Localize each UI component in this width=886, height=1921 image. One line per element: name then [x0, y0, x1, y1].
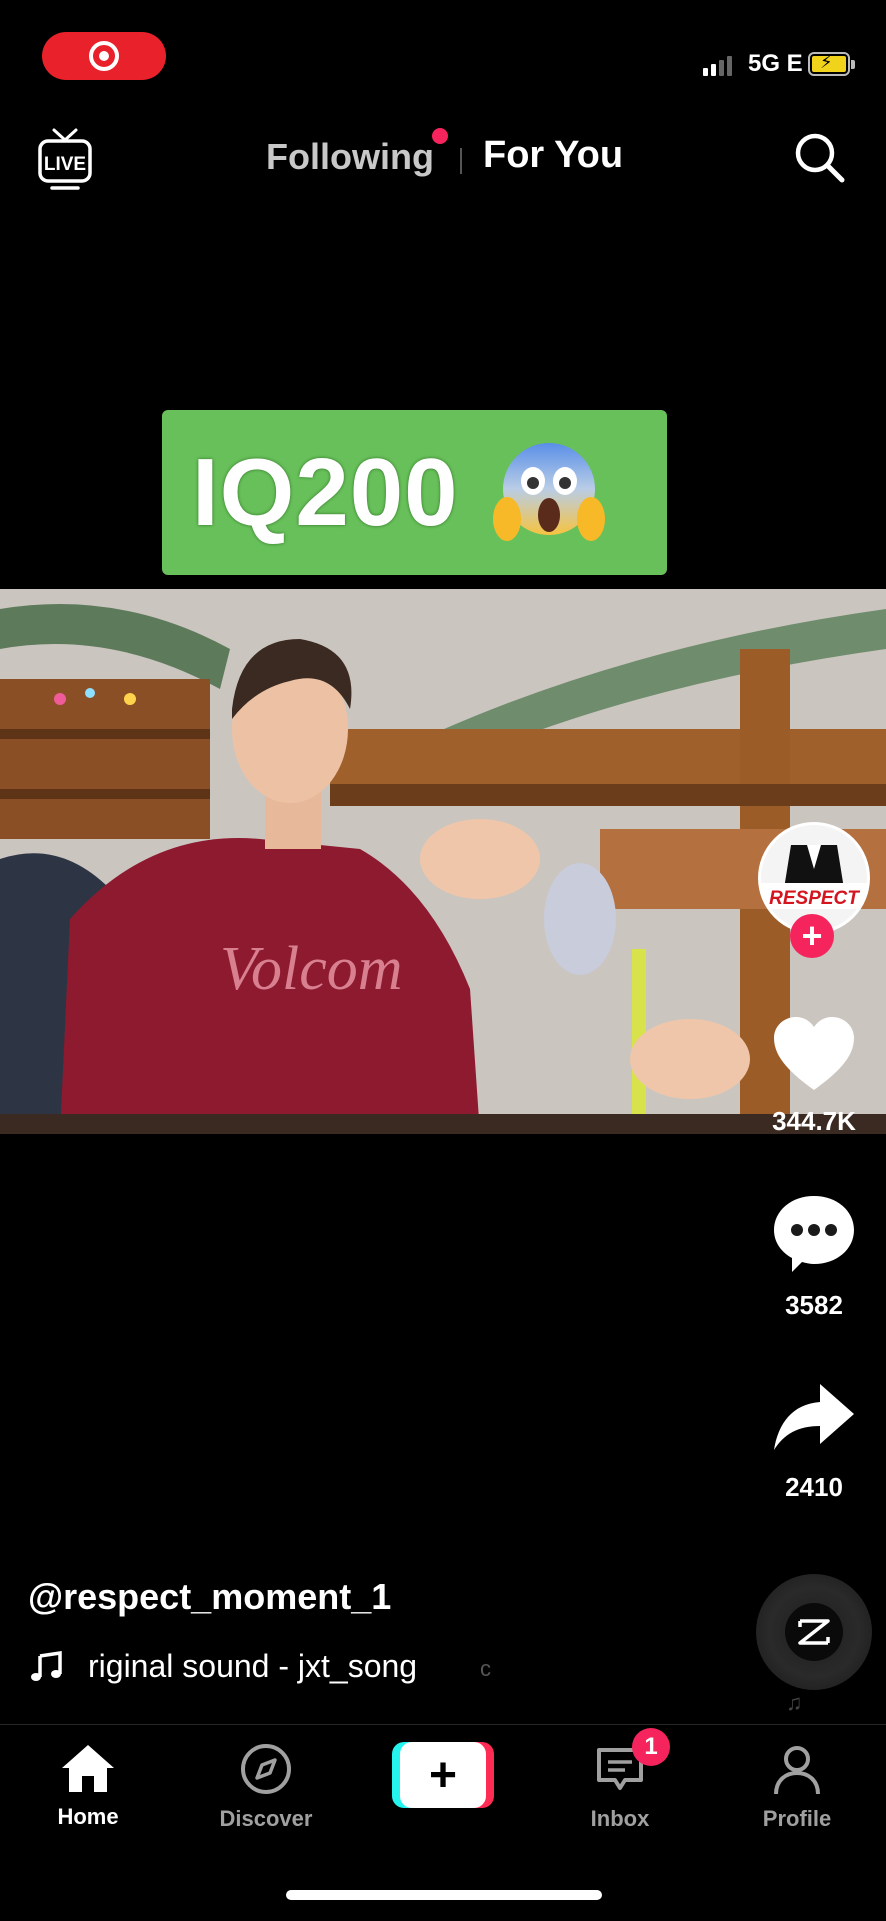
screen-recording-indicator[interactable]	[42, 32, 166, 80]
creator-username[interactable]: @respect_moment_1	[28, 1576, 391, 1618]
share-count: 2410	[785, 1472, 843, 1502]
following-new-dot	[432, 128, 448, 144]
sound-title[interactable]: riginal sound - jxt_song	[88, 1648, 417, 1685]
tab-following[interactable]: Following	[266, 136, 434, 178]
tab-divider	[460, 148, 462, 174]
profile-icon	[774, 1746, 820, 1795]
home-indicator	[286, 1890, 602, 1900]
nav-home[interactable]: Home	[18, 1742, 158, 1830]
plus-icon: +	[400, 1742, 486, 1808]
video-player[interactable]: Volcom	[0, 589, 886, 1134]
music-note-icon	[31, 1650, 62, 1681]
compass-icon	[241, 1744, 291, 1794]
music-disc[interactable]	[756, 1574, 872, 1690]
search-icon[interactable]	[792, 130, 846, 184]
home-icon	[62, 1745, 114, 1792]
live-icon[interactable]: LIVE	[36, 126, 94, 190]
battery-icon	[808, 52, 850, 76]
tab-for-you[interactable]: For You	[483, 134, 623, 177]
shirt-text: Volcom	[220, 935, 403, 1003]
video-frame-scene: Volcom	[0, 589, 886, 1134]
inbox-notification-badge: 1	[632, 1728, 670, 1766]
nav-inbox[interactable]: Inbox	[550, 1742, 690, 1832]
like-count: 344.7K	[772, 1106, 856, 1136]
video-caption-banner: IQ200	[162, 410, 667, 575]
battery-cap	[851, 60, 855, 69]
avatar-text: RESPECT	[769, 888, 860, 909]
comment-count: 3582	[785, 1290, 843, 1320]
nav-home-label: Home	[57, 1804, 119, 1829]
caption-text: IQ200	[192, 438, 459, 546]
screaming-face-emoji-icon	[492, 442, 605, 541]
floating-music-note-icon: ♫	[786, 1690, 803, 1715]
follow-plus-button[interactable]: +	[790, 914, 834, 958]
nav-discover[interactable]: Discover	[196, 1742, 336, 1832]
nav-profile-label: Profile	[762, 1806, 832, 1831]
sound-title-scroll-tail: c	[480, 1656, 491, 1681]
capcut-icon	[798, 1619, 830, 1645]
comment-icon[interactable]	[770, 1192, 858, 1276]
signal-strength-icon	[703, 56, 732, 76]
nav-discover-label: Discover	[219, 1806, 313, 1831]
network-type: 5G E	[748, 50, 803, 77]
nav-profile[interactable]: Profile	[727, 1742, 867, 1832]
record-icon	[89, 41, 119, 71]
heart-icon[interactable]	[770, 1014, 858, 1094]
create-post-button[interactable]: +	[392, 1742, 494, 1808]
nav-inbox-label: Inbox	[590, 1806, 650, 1831]
live-label: LIVE	[44, 154, 86, 175]
share-arrow-icon[interactable]	[770, 1380, 858, 1456]
